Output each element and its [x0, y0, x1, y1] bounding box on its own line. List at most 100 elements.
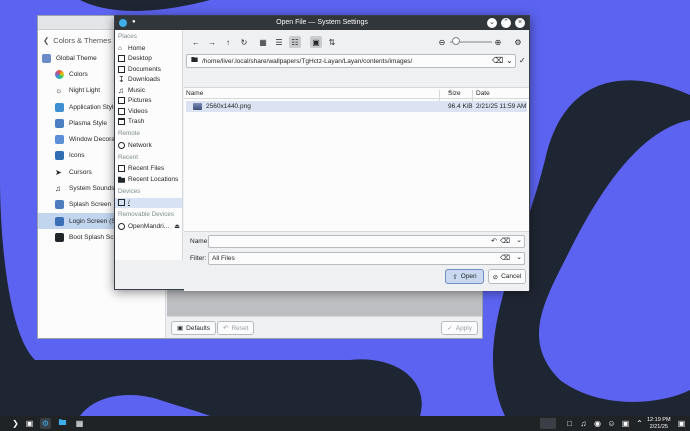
removable-header: Removable Devices [118, 211, 174, 218]
gear-icon[interactable]: ⚙ [512, 36, 524, 48]
boot-icon [55, 232, 64, 242]
location-bar[interactable]: 🖿 /home/live/.local/share/wallpapers/TgH… [186, 54, 516, 68]
window-decorations-icon [55, 135, 64, 145]
place-recent-locations[interactable]: Recent Locations [115, 174, 182, 185]
show-desktop-icon[interactable]: ▣ [676, 418, 687, 429]
sidebar-item-label: Colors [69, 70, 88, 78]
reset-label: Reset [231, 324, 249, 332]
sidebar-item-label: System Sounds [69, 185, 115, 193]
preview-icon[interactable]: ▣ [310, 36, 322, 48]
forward-arrow-icon[interactable]: → [206, 36, 218, 48]
compact-view-icon[interactable]: ☰ [273, 36, 285, 48]
eject-icon[interactable]: ⏏ [174, 223, 180, 230]
network-icon [118, 141, 125, 149]
sounds-icon: ♫ [55, 184, 61, 194]
place-music[interactable]: ♫ Music [115, 85, 182, 96]
tray-expand-icon[interactable]: ⌃ [634, 418, 645, 429]
zoom-out-icon[interactable]: ⊖ [436, 36, 448, 48]
downloads-icon: ↧ [118, 75, 125, 85]
discover-icon[interactable]: ◉ [592, 418, 603, 429]
location-path: /home/live/.local/share/wallpapers/TgHct… [202, 57, 413, 65]
back-arrow-icon[interactable]: ← [190, 36, 202, 48]
terminal-icon[interactable]: ▦ [74, 418, 85, 429]
place-desktop[interactable]: Desktop [115, 54, 182, 65]
music-icon: ♫ [118, 85, 124, 95]
login-icon [55, 216, 64, 226]
cursors-icon: ➤ [55, 167, 62, 177]
night-light-icon: ☼ [55, 86, 63, 96]
cancel-button[interactable]: ⊘ Cancel [488, 269, 526, 284]
place-home[interactable]: ⌂ Home [115, 43, 182, 54]
file-size: 96.4 KiB [448, 103, 473, 110]
file-row[interactable]: 2560x1440.png 96.4 KiB 2/21/25 11:59 AM [186, 101, 527, 112]
system-settings-task-icon[interactable]: ⚙ [40, 418, 51, 429]
confirm-check-icon[interactable]: ✓ [519, 56, 526, 65]
file-date: 2/21/25 11:59 AM [476, 103, 527, 110]
network-icon[interactable]: ☺ [606, 418, 617, 429]
file-name: 2560x1440.png [206, 103, 251, 110]
videos-icon [118, 107, 125, 115]
volume-icon[interactable]: ♫ [578, 418, 589, 429]
maximize-icon[interactable]: ⌃ [501, 18, 511, 28]
zoom-slider-handle[interactable] [452, 37, 460, 45]
reset-button[interactable]: ↶ Reset [217, 321, 255, 335]
apply-button[interactable]: ✓ Apply [441, 321, 478, 335]
virtual-desktop-icon[interactable] [540, 418, 556, 429]
place-label: OpenMandri... [128, 222, 170, 230]
place-recent-files[interactable]: Recent Files [115, 164, 182, 175]
place-videos[interactable]: Videos [115, 106, 182, 117]
pager-icon[interactable]: ▣ [24, 418, 35, 429]
places-panel: Places ⌂ Home Desktop Documents ↧ Download… [115, 30, 183, 260]
place-documents[interactable]: Documents [115, 64, 182, 75]
place-label: Recent Files [128, 165, 165, 173]
close-icon[interactable]: × [515, 18, 525, 28]
defaults-icon: ▣ [177, 325, 184, 332]
sort-icon[interactable]: ⇅ [326, 36, 338, 48]
column-size[interactable]: Size [448, 90, 461, 97]
colors-icon [55, 69, 64, 79]
sidebar-item-label: Splash Screen [69, 201, 112, 209]
remote-header: Remote [118, 130, 141, 137]
name-field[interactable] [208, 235, 525, 248]
minimize-icon[interactable]: ⌄ [487, 18, 497, 28]
open-icon: ⇧ [452, 273, 458, 281]
display-icon[interactable]: ▣ [620, 418, 631, 429]
chevron-down-icon[interactable]: ⌄ [506, 56, 513, 65]
detailed-view-icon[interactable]: ☷ [289, 36, 301, 48]
dialog-title: Open File — System Settings [276, 19, 368, 26]
place-downloads[interactable]: ↧ Downloads [115, 75, 182, 86]
zoom-in-icon[interactable]: ⊕ [492, 36, 504, 48]
open-button[interactable]: ⇧ Open [445, 269, 484, 284]
file-manager-icon[interactable]: 🖿 [57, 418, 68, 429]
place-network[interactable]: Network [115, 140, 182, 151]
icons-view-icon[interactable]: ▦ [257, 36, 269, 48]
trash-icon [118, 118, 125, 126]
column-date[interactable]: Date [476, 90, 490, 97]
open-label: Open [460, 273, 477, 280]
clear-icon[interactable]: ⌫ [492, 56, 503, 65]
undo-icon[interactable]: ↶ [491, 237, 497, 245]
app-launcher-icon[interactable]: ❯ [10, 418, 21, 429]
clock[interactable]: 12:19 PM 2/21/25 [647, 417, 671, 430]
clear-icon[interactable]: ⌫ [500, 254, 510, 262]
devices-header: Devices [118, 187, 141, 195]
chevron-down-icon[interactable]: ⌄ [516, 236, 522, 244]
up-arrow-icon[interactable]: ↑ [222, 36, 234, 48]
clipboard-icon[interactable]: □ [564, 418, 575, 429]
column-name[interactable]: Name [186, 90, 203, 97]
clear-icon[interactable]: ⌫ [500, 237, 510, 245]
filter-field[interactable]: All Files [208, 252, 525, 265]
place-root[interactable]: / [115, 197, 182, 208]
plasma-style-icon [55, 118, 64, 128]
place-pictures[interactable]: Pictures [115, 96, 182, 107]
place-label: Videos [128, 107, 148, 115]
chevron-down-icon[interactable]: ⌄ [516, 253, 522, 261]
place-label: Desktop [128, 55, 152, 63]
place-label: Documents [128, 65, 161, 73]
documents-icon [118, 65, 125, 73]
place-trash[interactable]: Trash [115, 117, 182, 128]
defaults-button[interactable]: ▣ Defaults [171, 321, 217, 335]
reload-icon[interactable]: ↻ [238, 36, 250, 48]
place-removable[interactable]: OpenMandri... ⏏ [115, 221, 182, 232]
place-label: Music [128, 86, 145, 94]
